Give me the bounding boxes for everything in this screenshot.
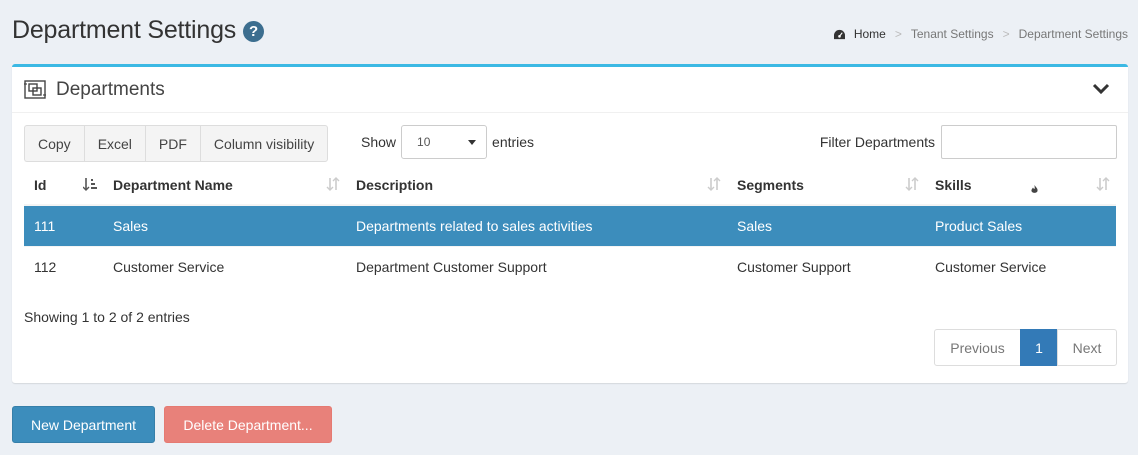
column-header-skills[interactable]: Skills [925,165,1116,206]
column-header-id[interactable]: Id [24,165,103,206]
sort-both-icon [905,177,919,191]
previous-page-button[interactable]: Previous [934,329,1021,366]
column-header-segments[interactable]: Segments [727,165,925,206]
filter-label: Filter Departments [819,134,935,150]
column-header-description[interactable]: Description [346,165,727,206]
pagination: Previous 1 Next [934,329,1117,366]
column-label: Segments [737,176,804,193]
breadcrumb-separator: > [894,27,902,41]
next-page-button[interactable]: Next [1057,329,1117,366]
excel-button[interactable]: Excel [83,125,145,162]
column-label: Department Name [113,176,233,193]
breadcrumb-current: Department Settings [1018,27,1128,41]
cell-department-name: Customer Service [103,245,346,287]
page-1-button[interactable]: 1 [1020,329,1058,366]
help-icon[interactable]: ? [243,21,265,42]
cell-description: Department Customer Support [346,245,727,287]
breadcrumb-tenant-settings-link[interactable]: Tenant Settings [911,27,994,41]
cell-skills: Customer Service [925,245,1116,287]
panel-header: Departments [12,67,1128,113]
delete-department-button[interactable]: Delete Department... [164,406,332,443]
dashboard-icon [833,29,845,39]
cell-id: 112 [24,245,103,287]
entries-length-select[interactable]: 10 [401,125,488,159]
cell-id: 111 [24,204,103,246]
sort-both-icon [707,177,721,191]
table-header-row: Id Department Name Description Segments … [24,165,1116,206]
fire-icon [1031,185,1038,193]
table-info: Showing 1 to 2 of 2 entries [24,309,190,325]
panel-title: Departments [56,78,165,100]
column-label: Skills [935,176,972,193]
breadcrumb-home-link[interactable]: Home [854,27,886,41]
departments-icon [24,80,46,99]
caret-down-icon [468,139,477,145]
page-header: Department Settings ? [12,16,265,45]
table-row[interactable]: 111 Sales Departments related to sales a… [24,204,1116,246]
entries-length-control: Show 10 entries [361,125,534,159]
cell-segments: Customer Support [727,245,925,287]
show-label: Show [361,134,397,150]
filter-input[interactable] [941,125,1117,159]
chevron-down-icon[interactable] [1091,81,1111,97]
column-label: Id [34,176,47,193]
copy-button[interactable]: Copy [24,125,84,162]
new-department-button[interactable]: New Department [12,406,155,443]
pdf-button[interactable]: PDF [144,125,200,162]
entries-label: entries [492,134,535,150]
breadcrumb-separator: > [1002,27,1010,41]
entries-length-value: 10 [417,135,431,149]
cell-department-name: Sales [103,204,346,246]
table-row[interactable]: 112 Customer Service Department Customer… [24,245,1116,287]
sort-both-icon [326,177,340,191]
column-label: Description [356,176,434,193]
cell-description: Departments related to sales activities [346,204,727,246]
sort-ascending-icon [83,178,97,191]
export-toolbar: Copy Excel PDF Column visibility [24,125,329,162]
departments-table: Id Department Name Description Segments … [24,165,1116,287]
column-visibility-button[interactable]: Column visibility [199,125,329,162]
cell-segments: Sales [727,204,925,246]
page-actions: New Department Delete Department... [12,406,332,443]
filter-control: Filter Departments [820,125,1117,159]
breadcrumb: Home > Tenant Settings > Department Sett… [833,27,1128,41]
cell-skills: Product Sales [925,204,1116,246]
column-header-department-name[interactable]: Department Name [103,165,346,206]
sort-both-icon [1096,177,1110,191]
departments-panel: Departments Copy Excel PDF Column visibi… [12,64,1128,383]
page-title: Department Settings [12,16,237,44]
